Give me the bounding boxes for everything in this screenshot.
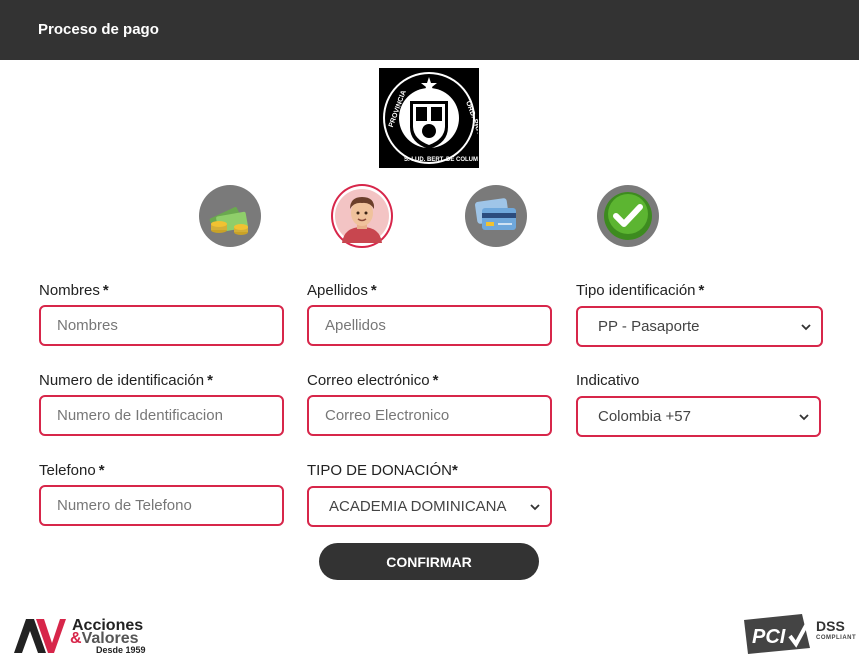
correo-input[interactable]	[307, 395, 552, 436]
required-mark: *	[98, 462, 105, 479]
chevron-down-icon	[799, 413, 809, 420]
correo-label: Correo electrónico *	[307, 372, 438, 389]
required-mark: *	[452, 462, 458, 479]
apellidos-label-text: Apellidos	[307, 282, 368, 299]
credit-card-icon	[475, 198, 516, 230]
pci-dss-badge: PCI DSS COMPLIANT	[744, 614, 856, 654]
required-mark: *	[698, 282, 705, 299]
compliant-text: COMPLIANT	[816, 635, 857, 641]
telefono-label: Telefono *	[39, 462, 105, 479]
indicativo-select[interactable]: Colombia +57	[576, 396, 821, 437]
svg-text:S. LUD. BERT. DE COLUMBIA: S. LUD. BERT. DE COLUMBIA	[404, 157, 478, 163]
crest-emblem-icon: PROVINCIA S. LUD. BERT. DE COLUMBIA ORD.…	[383, 72, 478, 164]
brand-ampersand: &	[70, 630, 82, 647]
av-monogram-icon	[14, 619, 66, 653]
brand-since: Desde 1959	[96, 645, 146, 655]
payment-steps	[0, 183, 859, 253]
telefono-input[interactable]	[39, 485, 284, 526]
nombres-label: Nombres *	[39, 282, 109, 299]
indicativo-label: Indicativo	[576, 372, 639, 389]
apellidos-input[interactable]	[307, 305, 552, 346]
tipo-donacion-label-text: TIPO DE DONACIÓN	[307, 462, 453, 479]
correo-label-text: Correo electrónico	[307, 372, 430, 389]
telefono-label-text: Telefono	[39, 462, 96, 479]
numero-identificacion-label: Numero de identificación *	[39, 372, 213, 389]
acciones-valores-logo: Acciones &Valores Desde 1959	[14, 615, 154, 657]
numero-identificacion-input[interactable]	[39, 395, 284, 436]
required-mark: *	[102, 282, 109, 299]
confirm-button[interactable]: CONFIRMAR	[319, 543, 539, 580]
chevron-down-icon	[530, 503, 540, 510]
step-donation[interactable]	[199, 185, 261, 247]
header-bar: Proceso de pago	[0, 0, 859, 60]
institution-crest-logo: PROVINCIA S. LUD. BERT. DE COLUMBIA ORD.…	[379, 68, 479, 168]
required-mark: *	[207, 372, 213, 389]
required-mark: *	[432, 372, 439, 389]
tipo-identificacion-label: Tipo identificación *	[576, 282, 704, 299]
tipo-identificacion-select[interactable]: PP - Pasaporte	[576, 306, 823, 347]
page-title: Proceso de pago	[38, 21, 159, 38]
dss-text: DSS	[816, 618, 845, 634]
tipo-donacion-value: ACADEMIA DOMINICANA	[329, 498, 507, 515]
required-mark: *	[370, 282, 377, 299]
nombres-label-text: Nombres	[39, 282, 100, 299]
indicativo-label-text: Indicativo	[576, 372, 640, 389]
money-icon	[209, 207, 248, 235]
numero-identificacion-label-text: Numero de identificación	[39, 372, 205, 389]
user-avatar-icon	[335, 189, 389, 243]
chevron-down-icon	[801, 323, 811, 330]
checkmark-icon	[604, 192, 652, 240]
tipo-donacion-select[interactable]: ACADEMIA DOMINICANA	[307, 486, 552, 527]
pci-logo-icon: PCI	[744, 614, 810, 654]
apellidos-label: Apellidos *	[307, 282, 377, 299]
tipo-identificacion-label-text: Tipo identificación	[576, 282, 696, 299]
nombres-input[interactable]	[39, 305, 284, 346]
tipo-identificacion-value: PP - Pasaporte	[598, 318, 700, 335]
tipo-donacion-label: TIPO DE DONACIÓN*	[307, 462, 458, 479]
step-payment[interactable]	[465, 185, 527, 247]
pci-text: PCI	[752, 626, 786, 648]
indicativo-value: Colombia +57	[598, 408, 691, 425]
step-personal-data[interactable]	[331, 184, 393, 248]
step-confirmation[interactable]	[597, 185, 659, 247]
